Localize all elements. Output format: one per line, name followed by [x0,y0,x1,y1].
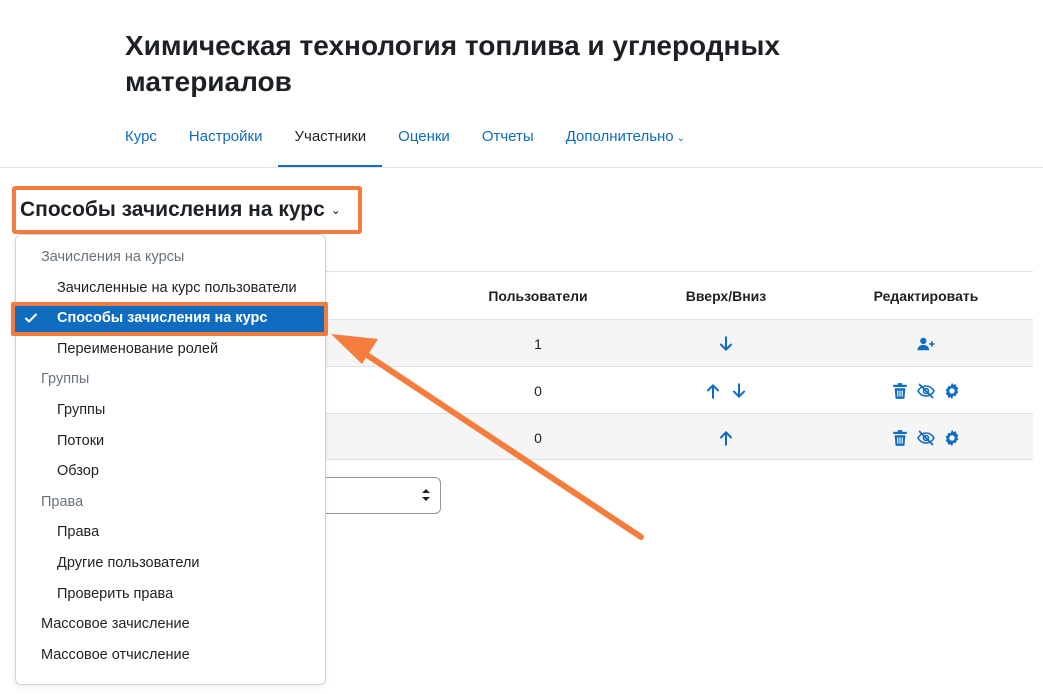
tab-grades[interactable]: Оценки [382,116,466,168]
menu-item-enrol-methods-label: Способы зачисления на курс [57,310,268,327]
tab-more[interactable]: Дополнительно ⌄ [550,116,701,168]
menu-item-groupings[interactable]: Потоки [16,426,325,457]
updown-cell [626,414,826,461]
page-title: Химическая технология топлива и углеродн… [125,30,780,97]
header-updown: Вверх/Вниз [685,287,767,304]
menu-item-enrolled-users[interactable]: Зачисленные на курс пользователи [16,273,325,304]
table-row: 0 [326,366,1033,413]
menu-item-bulk-enrol[interactable]: Массовое зачисление [16,609,325,640]
chevron-down-icon: ⌄ [676,133,686,144]
table-header-row: Пользователи Вверх/Вниз Редактировать [326,271,1033,319]
header-users: Пользователи [488,287,588,304]
menu-item-permissions[interactable]: Права [16,517,325,548]
tab-more-label: Дополнительно [565,128,674,145]
checkmark-icon [24,311,38,325]
edit-cell [826,320,1026,367]
trash-icon[interactable] [891,382,909,400]
participants-page-select[interactable]: Способы зачисления на курс ⌄ [12,186,362,234]
tab-participants[interactable]: Участники [278,116,382,168]
eye-slash-icon[interactable] [917,429,935,447]
arrow-down-icon[interactable] [717,335,735,353]
updown-cell [626,320,826,367]
menu-item-groups[interactable]: Группы [16,395,325,426]
users-count: 1 [534,335,542,352]
nav-divider [0,167,1043,168]
menu-item-rename-roles[interactable]: Переименование ролей [16,334,325,365]
table-row: 0 [326,413,1033,460]
table-row: 1 [326,319,1033,366]
group-header-permissions: Права [41,493,84,510]
arrow-up-icon[interactable] [717,429,735,447]
gear-icon[interactable] [943,429,961,447]
arrow-down-icon[interactable] [730,382,748,400]
group-header-groups: Группы [41,371,90,388]
eye-slash-icon[interactable] [917,382,935,400]
users-count: 0 [534,382,542,399]
tab-reports[interactable]: Отчеты [466,116,550,168]
arrow-up-icon[interactable] [704,382,722,400]
chevron-down-icon: ⌄ [330,203,341,217]
tab-settings[interactable]: Настройки [173,116,279,168]
users-count: 0 [534,429,542,446]
group-header-enrolments: Зачисления на курсы [41,249,185,265]
edit-cell [826,367,1026,414]
secondary-navigation: Курс Настройки Участники Оценки Отчеты Д… [109,116,701,168]
participants-dropdown-menu: Зачисления на курсы Зачисленные на курс … [11,234,328,685]
edit-cell [826,414,1026,461]
menu-item-overview[interactable]: Обзор [16,456,325,487]
trash-icon[interactable] [891,429,909,447]
header-edit: Редактировать [873,287,979,304]
enrol-methods-table: Пользователи Вверх/Вниз Редактировать 1 … [326,271,1033,460]
menu-item-other-users[interactable]: Другие пользователи [16,548,325,579]
select-current-value: Способы зачисления на курс [20,198,325,221]
gear-icon[interactable] [943,382,961,400]
enrol-users-icon[interactable] [917,335,935,353]
tab-course[interactable]: Курс [109,116,173,168]
updown-cell [626,367,826,414]
updown-chevron-icon [420,486,432,504]
menu-item-enrol-methods[interactable]: Способы зачисления на курс [11,302,328,337]
menu-item-check-permissions[interactable]: Проверить права [16,579,325,610]
menu-item-bulk-unenrol[interactable]: Массовое отчисление [16,640,325,671]
